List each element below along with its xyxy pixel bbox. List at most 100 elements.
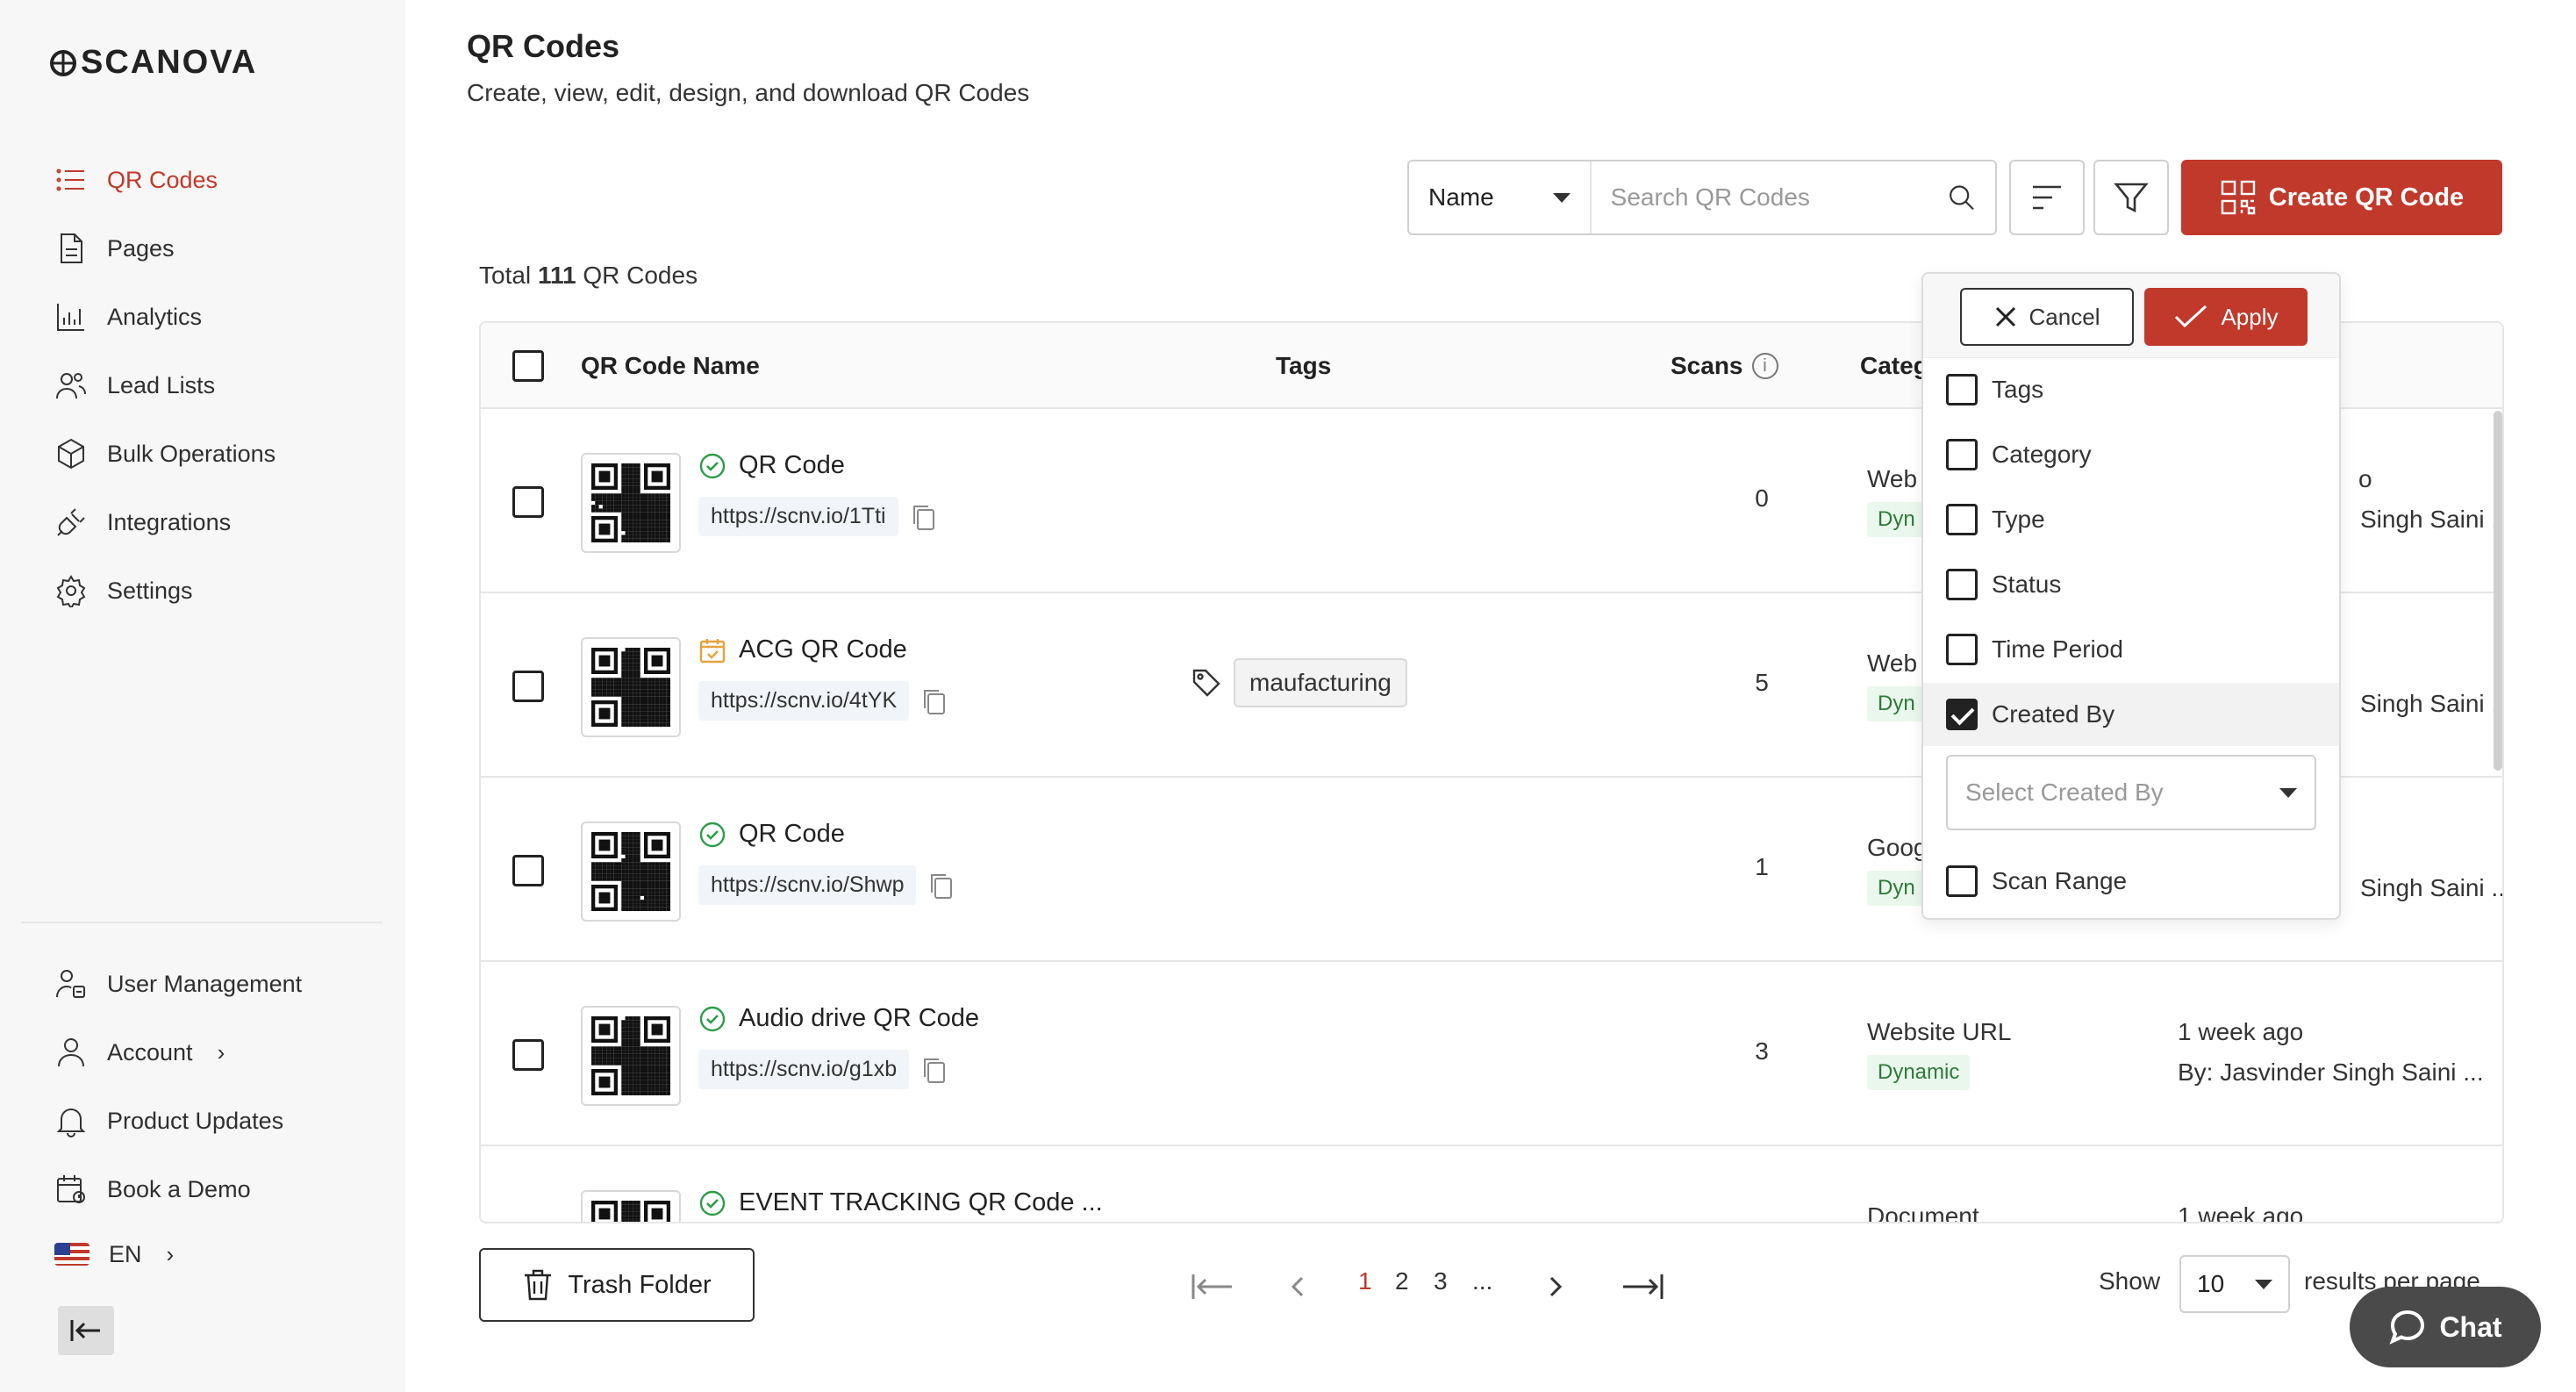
scan-count: 1 (1755, 853, 1769, 880)
filter-button[interactable] (2093, 160, 2169, 235)
apply-button[interactable]: Apply (2144, 288, 2308, 346)
chevron-left-icon (1291, 1276, 1304, 1297)
search-input[interactable] (1591, 161, 1947, 233)
sidebar-item-product-updates[interactable]: Product Updates (54, 1099, 283, 1143)
per-page-select[interactable]: 10 (2179, 1255, 2290, 1313)
page-2[interactable]: 2 (1395, 1267, 1409, 1295)
total-prefix: Total (479, 262, 532, 289)
chat-button[interactable]: Chat (2350, 1287, 2541, 1367)
sidebar-item-bulk-operations[interactable]: Bulk Operations (54, 432, 275, 476)
category-label: Web (1867, 465, 1918, 492)
row-name: QR Code (698, 451, 845, 480)
sidebar-item-user-management[interactable]: User Management (54, 962, 302, 1006)
qr-thumbnail[interactable] (581, 453, 681, 553)
copy-icon[interactable] (911, 503, 937, 531)
sidebar-item-pages[interactable]: Pages (54, 226, 175, 270)
sidebar-divider (21, 922, 383, 923)
sidebar-item-book-demo[interactable]: Book a Demo (54, 1167, 251, 1211)
page-3[interactable]: 3 (1434, 1267, 1448, 1295)
bar-chart-icon (57, 304, 84, 331)
filter-option-category[interactable]: Category (1923, 423, 2339, 486)
caret-down-icon (2279, 787, 2297, 798)
short-url[interactable]: https://scnv.io/4tYK (698, 681, 910, 721)
page-title: QR Codes (467, 28, 620, 64)
tag-chip[interactable]: maufacturing (1234, 658, 1407, 707)
copy-icon[interactable] (921, 1056, 948, 1084)
select-all-checkbox[interactable] (512, 350, 544, 382)
filter-checkbox[interactable] (1946, 569, 1978, 600)
next-page-button[interactable] (1544, 1271, 1569, 1302)
search-icon[interactable] (1947, 180, 1976, 215)
column-header-tags: Tags (1276, 352, 1332, 379)
filter-checkbox[interactable] (1946, 374, 1978, 405)
info-icon[interactable]: i (1751, 353, 1778, 379)
column-header-name[interactable]: QR Code Name (581, 323, 760, 409)
table-scrollbar[interactable] (2494, 411, 2502, 771)
sidebar-item-settings[interactable]: Settings (54, 569, 193, 613)
qr-thumbnail[interactable] (581, 1006, 681, 1106)
create-qr-code-label: Create QR Code (2268, 183, 2465, 212)
filter-option-label: Scan Range (1992, 867, 2128, 894)
qr-code-name[interactable]: EVENT TRACKING QR Code ... (739, 1188, 1103, 1217)
brand-logo[interactable]: SCANOVA (49, 44, 257, 82)
filter-checkbox[interactable] (1946, 634, 1978, 665)
row-checkbox[interactable] (512, 486, 544, 518)
collapse-sidebar-button[interactable] (58, 1306, 114, 1355)
qr-code-name[interactable]: QR Code (739, 451, 845, 480)
last-page-button[interactable] (1620, 1271, 1665, 1302)
filter-option-type[interactable]: Type (1923, 488, 2339, 551)
filter-option-created-by[interactable]: Created By (1923, 683, 2339, 746)
short-url[interactable]: https://scnv.io/Shwp (698, 865, 917, 905)
qr-code-name[interactable]: ACG QR Code (739, 635, 907, 664)
qr-thumbnail[interactable] (581, 637, 681, 737)
filter-checkbox[interactable] (1946, 865, 1978, 897)
sidebar-item-label: Bulk Operations (107, 440, 276, 467)
sidebar-item-label: Analytics (107, 303, 203, 330)
sidebar-item-qr-codes[interactable]: QR Codes (54, 158, 218, 202)
filter-header: Cancel Apply (1923, 274, 2339, 358)
apply-label: Apply (2221, 303, 2279, 330)
row-checkbox[interactable] (512, 671, 544, 702)
created-by: Singh Saini ... (2360, 874, 2504, 901)
filter-option-time-period[interactable]: Time Period (1923, 618, 2339, 681)
previous-page-button[interactable] (1284, 1271, 1309, 1302)
short-url[interactable]: https://scnv.io/1Tti (698, 497, 898, 536)
filter-checkbox[interactable] (1946, 504, 1978, 535)
short-url[interactable]: https://scnv.io/g1xb (698, 1050, 910, 1089)
caret-down-icon (1552, 192, 1571, 203)
copy-icon[interactable] (921, 687, 948, 715)
column-header-scans[interactable]: Scans i (1671, 323, 1778, 409)
created-by-select[interactable]: Select Created By (1946, 755, 2316, 830)
trash-folder-button[interactable]: Trash Folder (479, 1248, 755, 1322)
created-by: Singh Saini ... (2360, 506, 2504, 533)
language-selector[interactable]: EN › (54, 1232, 174, 1276)
table-row[interactable]: EVENT TRACKING QR Code ... Document 1 we… (481, 1148, 2502, 1222)
qr-code-name[interactable]: QR Code (739, 820, 845, 849)
sidebar-item-label: Pages (107, 234, 175, 262)
filter-option-status[interactable]: Status (1923, 553, 2339, 616)
sidebar-item-analytics[interactable]: Analytics (54, 295, 202, 339)
search-field-select[interactable]: Name (1409, 161, 1592, 233)
check-circle-icon (699, 453, 726, 478)
cancel-button[interactable]: Cancel (1960, 288, 2134, 346)
filter-checkbox[interactable] (1946, 439, 1978, 470)
create-qr-code-button[interactable]: Create QR Code (2181, 160, 2502, 235)
sidebar-item-integrations[interactable]: Integrations (54, 500, 231, 544)
brand-name: SCANOVA (81, 44, 258, 81)
scan-count: 3 (1755, 1037, 1769, 1065)
qr-code-name[interactable]: Audio drive QR Code (739, 1004, 979, 1033)
qr-thumbnail[interactable] (581, 1190, 681, 1222)
sidebar-item-lead-lists[interactable]: Lead Lists (54, 363, 215, 407)
row-checkbox[interactable] (512, 1039, 544, 1071)
copy-icon[interactable] (928, 872, 955, 900)
table-row[interactable]: Audio drive QR Code https://scnv.io/g1xb… (481, 964, 2502, 1146)
sidebar-item-account[interactable]: Account › (54, 1030, 225, 1074)
sort-button[interactable] (2009, 160, 2085, 235)
page-1[interactable]: 1 (1358, 1267, 1372, 1295)
row-checkbox[interactable] (512, 855, 544, 886)
filter-checkbox[interactable] (1946, 699, 1978, 730)
first-page-button[interactable] (1190, 1271, 1235, 1302)
filter-option-tags[interactable]: Tags (1923, 358, 2339, 421)
filter-option-scan-range[interactable]: Scan Range (1923, 850, 2339, 913)
qr-thumbnail[interactable] (581, 822, 681, 922)
